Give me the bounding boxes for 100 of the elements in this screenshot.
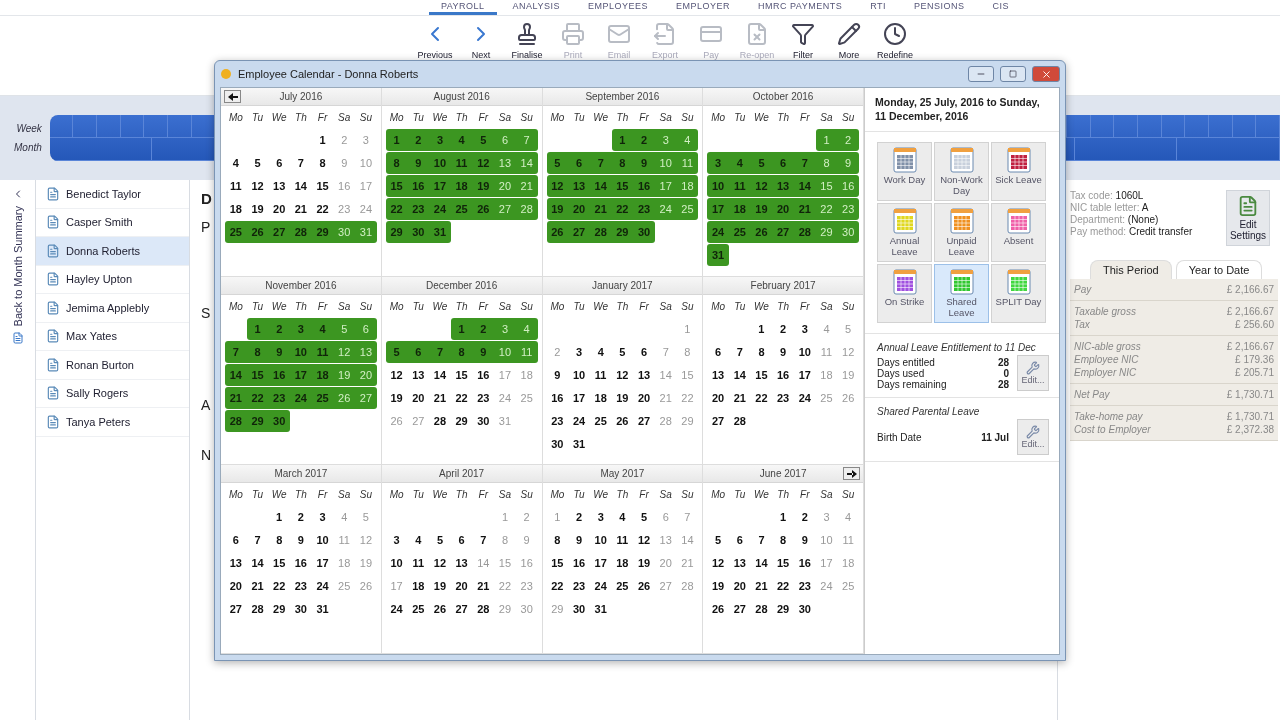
calendar-day[interactable]: 25: [311, 386, 334, 409]
close-button[interactable]: [1032, 66, 1060, 82]
calendar-day[interactable]: 1: [676, 317, 699, 340]
calendar-day[interactable]: 20: [728, 575, 751, 598]
calendar-day[interactable]: 6: [268, 152, 291, 174]
calendar-day[interactable]: 25: [515, 386, 538, 409]
calendar-day[interactable]: 20: [450, 575, 473, 598]
calendar-day[interactable]: 11: [225, 175, 247, 197]
calendar-day[interactable]: 18: [450, 175, 473, 197]
calendar-day[interactable]: 10: [815, 529, 838, 552]
calendar-day[interactable]: 15: [450, 363, 473, 386]
edit-button[interactable]: Edit...: [1017, 419, 1049, 456]
nav-tab[interactable]: HMRC PAYMENTS: [746, 0, 855, 15]
nav-tab[interactable]: EMPLOYER: [664, 0, 742, 15]
calendar-day[interactable]: 4: [311, 317, 334, 340]
calendar-day[interactable]: 23: [515, 575, 538, 598]
nav-tab[interactable]: ANALYSIS: [500, 0, 572, 15]
calendar-day[interactable]: 23: [472, 386, 495, 409]
calendar-day[interactable]: 27: [225, 598, 247, 621]
calendar-day[interactable]: 19: [355, 552, 377, 575]
calendar-day[interactable]: 16: [546, 386, 569, 409]
calendar-day[interactable]: 4: [450, 129, 473, 151]
employee-item[interactable]: Sally Rogers: [36, 379, 189, 408]
calendar-day[interactable]: 22: [268, 575, 291, 598]
calendar-day[interactable]: 15: [772, 552, 794, 575]
calendar-day[interactable]: 14: [793, 175, 816, 197]
calendar-day[interactable]: 6: [633, 340, 655, 363]
calendar-day[interactable]: 17: [793, 363, 816, 386]
calendar-day[interactable]: 9: [793, 529, 816, 552]
calendar-day[interactable]: 22: [494, 575, 516, 598]
calendar-day[interactable]: 13: [707, 363, 729, 386]
calendar-day[interactable]: 19: [333, 363, 356, 386]
calendar-day[interactable]: 9: [546, 363, 569, 386]
calendar-day[interactable]: 13: [772, 175, 794, 197]
calendar-day[interactable]: 26: [611, 409, 634, 432]
calendar-day[interactable]: 8: [311, 152, 334, 174]
calendar-day[interactable]: 28: [225, 409, 247, 432]
calendar-day[interactable]: 15: [311, 175, 334, 197]
calendar-day[interactable]: 1: [268, 506, 290, 529]
calendar-day[interactable]: 4: [333, 506, 356, 529]
calendar-day[interactable]: 17: [654, 175, 677, 197]
calendar-day[interactable]: 25: [450, 198, 473, 220]
calendar-day[interactable]: 5: [750, 152, 773, 174]
calendar-day[interactable]: 2: [472, 317, 495, 340]
calendar-day[interactable]: 30: [546, 432, 569, 455]
back-to-month-summary-link[interactable]: Back to Month Summary: [0, 180, 36, 720]
calendar-day[interactable]: 9: [472, 340, 495, 363]
calendar-day[interactable]: 17: [385, 575, 408, 598]
leave-type-button[interactable]: SPLIT Day: [991, 264, 1046, 324]
calendar-day[interactable]: 27: [654, 575, 677, 598]
calendar-day[interactable]: 29: [815, 221, 838, 243]
calendar-day[interactable]: 12: [707, 552, 729, 575]
calendar-day[interactable]: 1: [546, 506, 569, 529]
calendar-day[interactable]: 31: [355, 221, 377, 243]
summary-tab[interactable]: This Period: [1090, 260, 1172, 279]
employee-item[interactable]: Benedict Taylor: [36, 180, 189, 209]
calendar-day[interactable]: 17: [707, 198, 729, 220]
calendar-day[interactable]: 2: [568, 506, 590, 529]
calendar-day[interactable]: 10: [311, 529, 334, 552]
calendar-day[interactable]: 22: [246, 386, 269, 409]
calendar-day[interactable]: 26: [837, 386, 859, 409]
calendar-day[interactable]: 25: [611, 575, 634, 598]
calendar-day[interactable]: 2: [333, 129, 356, 151]
calendar-day[interactable]: 27: [450, 598, 473, 621]
calendar-day[interactable]: 13: [568, 175, 590, 197]
calendar-day[interactable]: 28: [750, 598, 773, 621]
calendar-day[interactable]: 27: [728, 598, 751, 621]
calendar-day[interactable]: 3: [568, 340, 590, 363]
calendar-day[interactable]: 30: [633, 221, 655, 243]
calendar-day[interactable]: 5: [246, 152, 269, 174]
calendar-day[interactable]: 9: [772, 340, 794, 363]
calendar-day[interactable]: 12: [837, 340, 859, 363]
calendar-day[interactable]: 11: [815, 340, 838, 363]
calendar-day[interactable]: 4: [728, 152, 751, 174]
calendar-day[interactable]: 27: [568, 221, 590, 243]
leave-type-button[interactable]: On Strike: [877, 264, 932, 324]
calendar-day[interactable]: 6: [707, 340, 729, 363]
calendar-day[interactable]: 31: [429, 221, 451, 243]
edit-button[interactable]: Edit...: [1017, 355, 1049, 392]
calendar-day[interactable]: 7: [429, 340, 451, 363]
leave-type-button[interactable]: Unpaid Leave: [934, 203, 989, 263]
calendar-day[interactable]: 26: [472, 198, 495, 220]
calendar-day[interactable]: 7: [589, 152, 612, 174]
calendar-day[interactable]: 10: [793, 340, 816, 363]
calendar-day[interactable]: 3: [494, 317, 516, 340]
calendar-day[interactable]: 18: [589, 386, 612, 409]
calendar-day[interactable]: 19: [385, 386, 408, 409]
calendar-day[interactable]: 17: [311, 552, 334, 575]
calendar-day[interactable]: 1: [750, 317, 773, 340]
employee-item[interactable]: Jemima Applebly: [36, 294, 189, 323]
calendar-day[interactable]: 20: [355, 363, 377, 386]
calendar-day[interactable]: 16: [793, 552, 816, 575]
calendar-day[interactable]: 18: [333, 552, 356, 575]
calendar-day[interactable]: 3: [311, 506, 334, 529]
calendar-day[interactable]: 22: [385, 198, 408, 220]
calendar-day[interactable]: 8: [494, 529, 516, 552]
calendar-day[interactable]: 26: [429, 598, 451, 621]
calendar-day[interactable]: 15: [268, 552, 291, 575]
calendar-day[interactable]: 4: [589, 340, 612, 363]
calendar-day[interactable]: 29: [676, 409, 699, 432]
